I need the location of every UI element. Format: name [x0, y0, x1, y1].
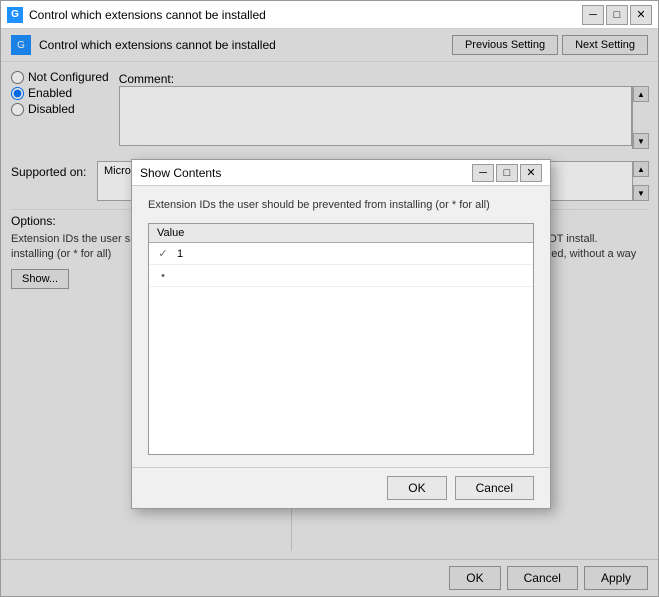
modal-title: Show Contents	[140, 166, 472, 180]
modal-maximize-button[interactable]: □	[496, 164, 518, 182]
value-column-header: Value	[157, 227, 184, 239]
modal-ok-button[interactable]: OK	[387, 476, 446, 500]
row-2-input[interactable]	[173, 269, 529, 283]
modal-minimize-button[interactable]: ─	[472, 164, 494, 182]
table-row: ✓	[149, 243, 533, 265]
modal-overlay: Show Contents ─ □ ✕	[1, 29, 658, 596]
close-button[interactable]: ✕	[630, 5, 652, 25]
window-controls: ─ □ ✕	[582, 5, 652, 25]
values-table: Value ✓ •	[148, 223, 534, 455]
minimize-button[interactable]: ─	[582, 5, 604, 25]
show-contents-modal: Show Contents ─ □ ✕	[131, 159, 551, 509]
modal-minimize-icon: ─	[479, 167, 487, 179]
modal-close-icon: ✕	[526, 166, 535, 179]
modal-title-bar: Show Contents ─ □ ✕	[132, 160, 550, 186]
main-window: G Control which extensions cannot be ins…	[0, 0, 659, 597]
modal-body: Extension IDs the user should be prevent…	[132, 186, 550, 467]
window-icon: G	[7, 7, 23, 23]
title-bar: G Control which extensions cannot be ins…	[1, 1, 658, 29]
modal-cancel-button[interactable]: Cancel	[455, 476, 534, 500]
modal-footer: OK Cancel	[132, 467, 550, 508]
maximize-icon: □	[614, 9, 621, 21]
window-title: Control which extensions cannot be insta…	[29, 8, 582, 22]
close-icon: ✕	[636, 8, 645, 21]
table-body: ✓ •	[149, 243, 533, 287]
minimize-icon: ─	[589, 9, 597, 21]
modal-maximize-icon: □	[504, 167, 511, 179]
row-1-indicator: ✓	[153, 247, 173, 260]
table-row: •	[149, 265, 533, 287]
table-header: Value	[149, 224, 533, 243]
row-1-input[interactable]	[173, 247, 529, 261]
row-2-indicator: •	[153, 270, 173, 282]
modal-description: Extension IDs the user should be prevent…	[148, 198, 534, 213]
main-content: G Control which extensions cannot be ins…	[1, 29, 658, 596]
maximize-button[interactable]: □	[606, 5, 628, 25]
modal-controls: ─ □ ✕	[472, 164, 542, 182]
modal-close-button[interactable]: ✕	[520, 164, 542, 182]
